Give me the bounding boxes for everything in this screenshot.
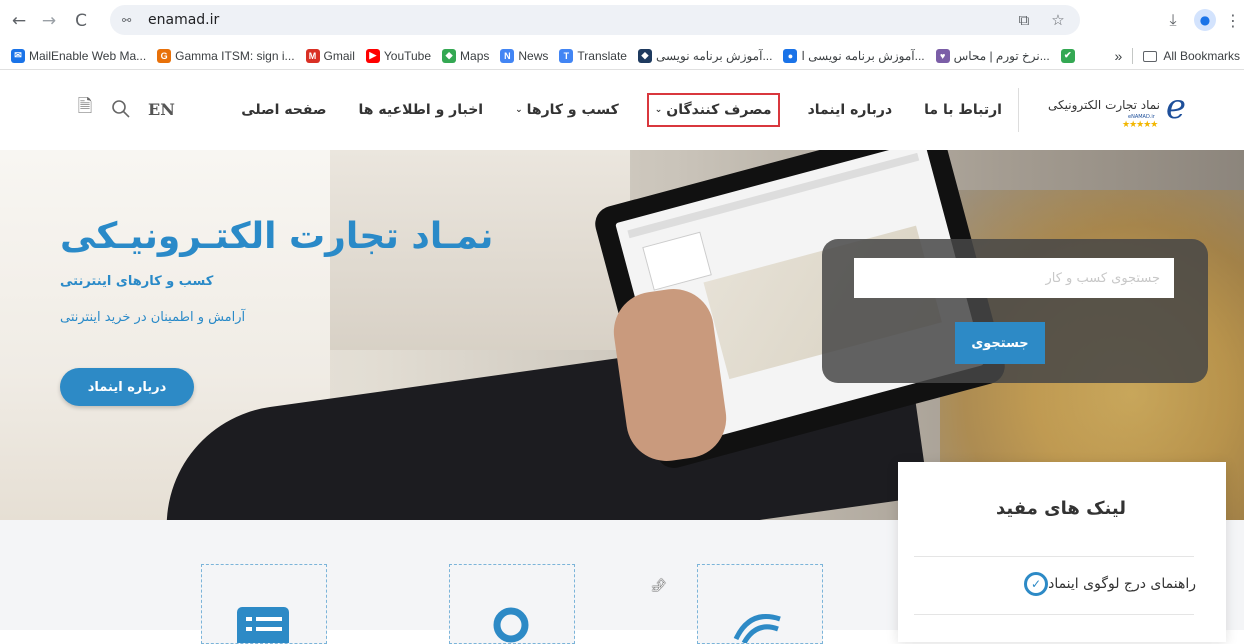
chevron-down-icon: ⌄ [654,105,663,115]
bookmark-favicon-icon: M [305,48,320,63]
bookmark-label: آموزش برنامه نویسی ا... [801,48,925,63]
bookmark-item[interactable]: ● آموزش برنامه نویسی ا... [783,48,925,63]
bookmark-favicon-icon: G [157,48,172,63]
address-bar[interactable]: ⚯ enamad.ir ⧉ ☆ [110,5,1080,35]
bookmark-item[interactable]: ♥ نرخ تورم | محاس... [935,48,1050,63]
useful-link-item[interactable]: ✓ راهنمای درج لوگوی اینماد [1012,572,1196,596]
tablet-card [642,231,712,291]
enamad-logo[interactable]: e نماد تجارت الکترونیکی eNAMAD.ir ★★★★★ [1036,86,1186,136]
bookmark-favicon-icon: ◆ [637,48,652,63]
more-label: » [1114,48,1123,64]
bookmark-star-icon[interactable]: ☆ [1046,8,1070,32]
bookmark-item[interactable]: ✉ MailEnable Web Ma... [11,48,147,63]
service-box-list[interactable] [201,564,327,644]
main-nav: صفحه اصلی اخبار و اطلاعیه ها کسب و کارها ⌄ م… [213,92,1006,128]
bookmark-item[interactable]: ✔ [1060,48,1079,63]
language-switch[interactable]: EN [148,100,175,119]
magnifier-icon [493,607,529,643]
nav-item-label: ارتباط با ما [924,102,1002,118]
nav-item-label: کسب و کارها [526,102,619,118]
profile-avatar-icon[interactable]: ● [1194,9,1216,31]
about-enamad-button[interactable]: درباره اینماد [60,368,194,406]
bookmark-item[interactable]: N News [500,48,549,63]
browser-toolbar: ← → C ⚯ enamad.ir ⧉ ☆ ⤓ ● ⋮ [0,0,1244,42]
bookmark-favicon-icon: ✔ [1060,48,1075,63]
list-icon [237,607,289,643]
bookmark-item[interactable]: ◆ آموزش برنامه نویسی... [637,48,773,63]
useful-links-divider [914,556,1194,557]
bookmark-item[interactable]: ▶ YouTube [365,48,432,63]
reload-icon[interactable]: C [70,10,92,32]
service-box-web[interactable] [697,564,823,644]
bookmark-favicon-icon: ● [783,48,798,63]
check-icon: ✓ [1024,572,1049,596]
bookmarks-more-button[interactable]: » [1115,48,1123,64]
nav-item[interactable]: صفحه اصلی [237,93,330,127]
bookmark-label: MailEnable Web Ma... [29,48,147,63]
nav-item[interactable]: کسب و کارها ⌄ [511,93,623,127]
bookmark-label: آموزش برنامه نویسی... [655,48,773,63]
nav-item[interactable]: اخبار و اطلاعیه ها [355,93,488,127]
bookmark-label: نرخ تورم | محاس... [953,48,1050,63]
folder-icon [1143,50,1158,62]
nav-item-label: صفحه اصلی [241,102,327,118]
bookmark-label: YouTube [383,48,432,63]
useful-links-card: لینک های مفید ✓ راهنمای درج لوگوی اینماد [898,462,1226,642]
search-icon[interactable] [108,96,134,122]
nav-item-label: اخبار و اطلاعیه ها [358,102,484,118]
bookmark-item[interactable]: T Translate [559,48,627,63]
menu-icon[interactable]: ⋮ [1225,7,1241,33]
nav-item[interactable]: مصرف کنندگان ⌄ [646,93,780,127]
all-bookmarks-label: All Bookmarks [1163,49,1240,63]
chevron-down-icon: ⌄ [515,105,523,115]
bookmark-item[interactable]: M Gmail [305,48,355,63]
nav-item[interactable]: درباره اینماد [804,93,897,127]
mouse-cursor-icon: ⮵ [652,575,667,596]
bookmark-favicon-icon: ♥ [935,48,950,63]
web-icon [733,614,781,643]
bookmark-favicon-icon: T [559,48,574,63]
translate-icon[interactable]: ⧉ [1012,8,1036,32]
tablet-bar [627,152,920,239]
bookmark-label: Maps [460,48,490,63]
hero-subtitle-2: آرامش و اطمینان در خرید اینترنتی [60,310,246,325]
bookmark-label: Gamma ITSM: sign i... [175,48,295,63]
useful-link-label: راهنمای درج لوگوی اینماد [1048,576,1196,592]
service-box-search[interactable] [449,564,575,644]
nav-item-label: درباره اینماد [807,102,893,118]
forward-icon[interactable]: → [38,10,60,32]
bookmarks-bar: ✉ MailEnable Web Ma... G Gamma ITSM: sign i… [0,42,1244,70]
logo-stars: ★★★★★ [1122,120,1158,130]
site-header: e نماد تجارت الکترونیکی eNAMAD.ir ★★★★★ … [0,70,1244,150]
nav-item-label: مصرف کنندگان [666,102,772,118]
bookmark-favicon-icon: N [500,48,515,63]
logo-mark: e [1165,87,1186,127]
bookmark-favicon-icon: ◆ [442,48,457,63]
bookmark-label: News [518,48,549,63]
business-search-button[interactable]: جستجوی [955,322,1045,364]
hero-subtitle-1: کسب و کارهای اینترنتی [60,274,214,289]
document-icon[interactable]: 🗎 [72,96,98,122]
bookmark-item[interactable]: G Gamma ITSM: sign i... [157,48,295,63]
download-icon[interactable]: ⤓ [1160,7,1186,33]
logo-text: نماد تجارت الکترونیکی [1048,98,1160,112]
bookmarks-separator [1132,48,1134,64]
bookmark-item[interactable]: ◆ Maps [442,48,490,63]
header-divider [1018,88,1019,132]
back-icon[interactable]: ← [8,10,30,32]
bookmark-favicon-icon: ✉ [11,48,25,63]
site-info-icon[interactable]: ⚯ [122,13,140,27]
business-search-panel: جستجوی [822,239,1208,383]
useful-links-divider [914,614,1194,615]
useful-links-title: لینک های مفید [996,498,1126,519]
url-text[interactable]: enamad.ir [148,12,219,28]
header-tools: 🗎 EN [72,96,175,122]
nav-item[interactable]: ارتباط با ما [920,93,1006,127]
bookmark-label: Gmail [323,48,355,63]
all-bookmarks-button[interactable]: All Bookmarks [1143,49,1240,63]
business-search-input[interactable] [854,258,1174,298]
bookmark-label: Translate [577,48,627,63]
hero-title: نمـاد تجارت الکتـرونیـکی [60,216,494,257]
bookmark-favicon-icon: ▶ [365,48,380,63]
